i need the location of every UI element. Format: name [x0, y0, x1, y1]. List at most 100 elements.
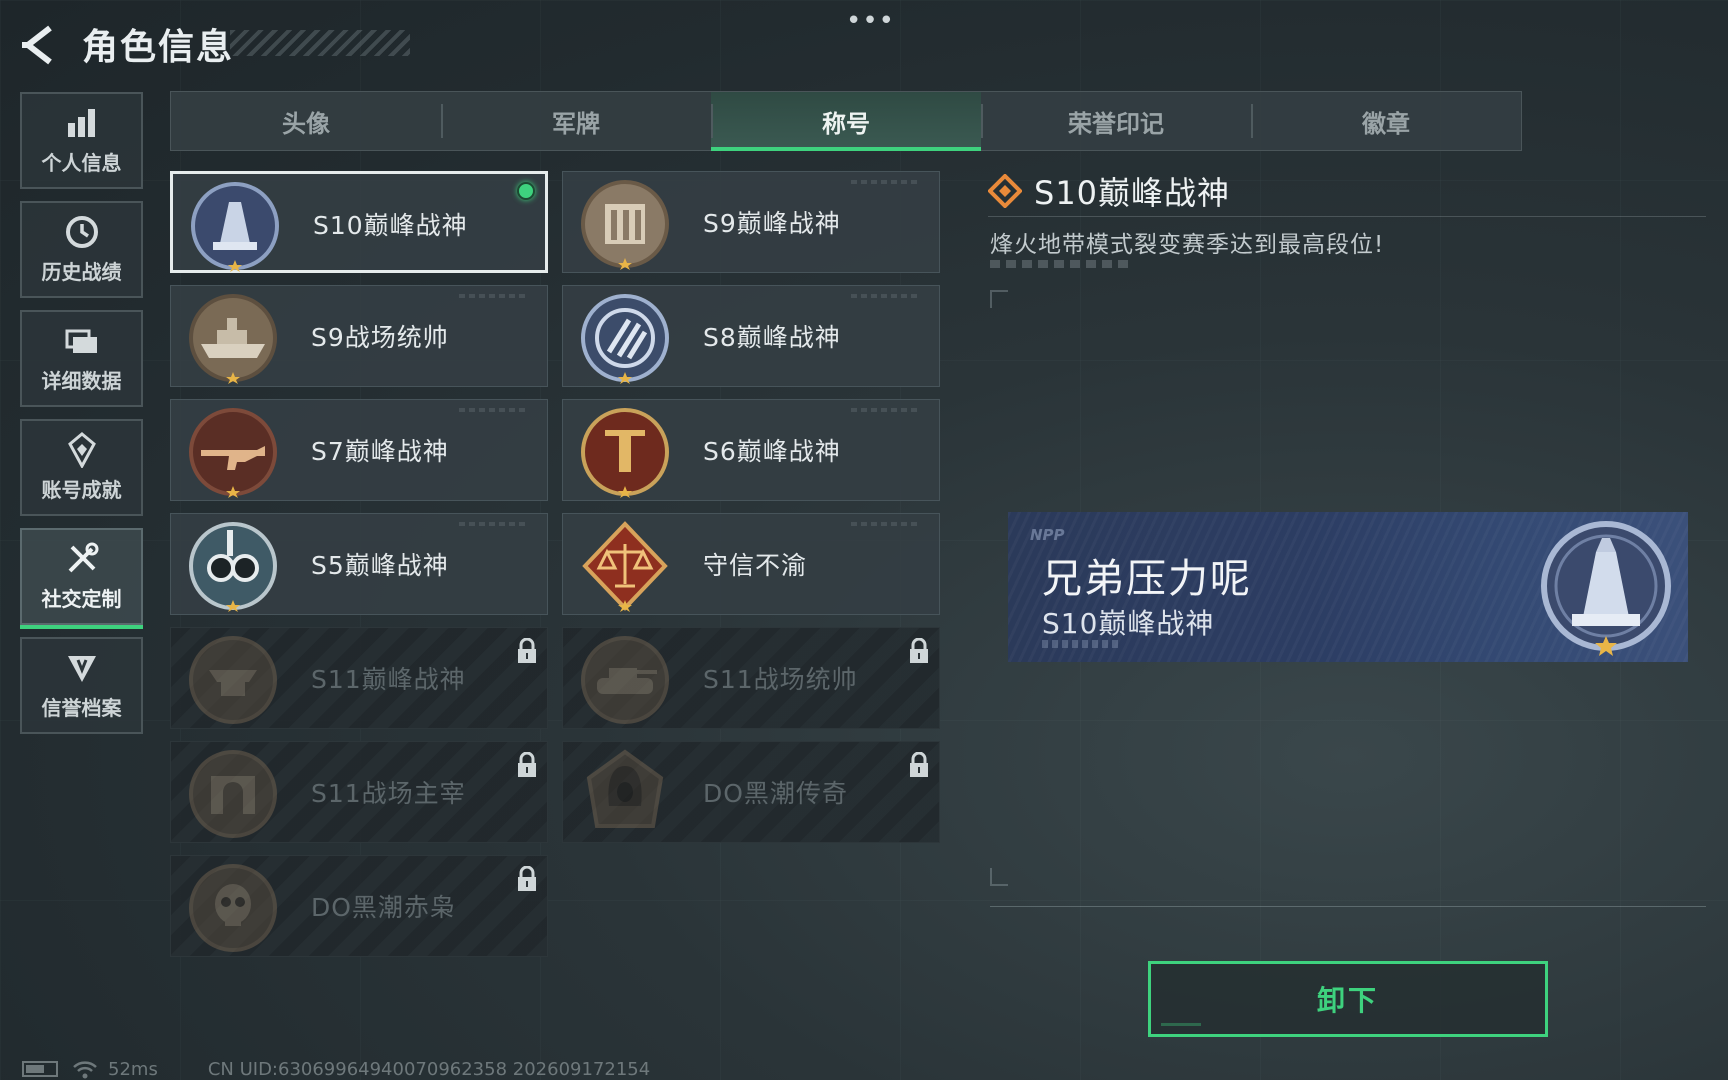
sidebar-item-history[interactable]: 历史战绩 — [20, 201, 143, 298]
title-card-name: S5巅峰战神 — [311, 551, 449, 580]
sidebar-item-label: 账号成就 — [41, 478, 122, 502]
preview-player-name: 兄弟压力呢 — [1042, 556, 1252, 602]
peak-god-s10-medal-icon — [191, 182, 279, 272]
title-card-locked[interactable]: DO黑潮传奇 — [562, 741, 940, 843]
preview-title: S10巅峰战神 — [1042, 607, 1215, 640]
title-card-locked[interactable]: S11战场统帅 — [562, 627, 940, 729]
preview-tag: NPP — [1030, 526, 1065, 544]
more-options-icon[interactable]: ••• — [846, 6, 895, 36]
title-card-locked[interactable]: DO黑潮赤枭 — [170, 855, 548, 957]
detail-divider — [988, 216, 1706, 217]
title-decoration — [230, 30, 410, 56]
sidebar-item-label: 社交定制 — [41, 587, 122, 611]
peak-god-s10-medal-icon — [1541, 521, 1671, 656]
arch-medal-icon — [189, 750, 277, 838]
title-card[interactable]: 守信不渝 — [562, 513, 940, 615]
sidebar-item-detailed-data[interactable]: 详细数据 — [20, 310, 143, 407]
card-decoration — [851, 408, 921, 412]
skull-medal-icon — [189, 864, 277, 952]
tools-icon — [68, 542, 98, 573]
back-arrow-icon[interactable] — [18, 22, 64, 68]
stripes-medal-icon — [581, 294, 669, 384]
title-card[interactable]: S10巅峰战神 — [170, 171, 548, 273]
tank-medal-icon — [581, 636, 669, 724]
folder-icon — [65, 329, 97, 353]
sidebar-item-personal-info[interactable]: 个人信息 — [20, 92, 143, 189]
title-card[interactable]: S5巅峰战神 — [170, 513, 548, 615]
title-card-name: S10巅峰战神 — [313, 211, 468, 240]
card-decoration — [851, 180, 921, 184]
lock-icon — [518, 866, 536, 891]
tab-bar: 头像 军牌 称号 荣誉印记 徽章 — [170, 91, 1522, 151]
title-card-name: S7巅峰战神 — [311, 437, 449, 466]
title-card[interactable]: S8巅峰战神 — [562, 285, 940, 387]
title-card-name: S9巅峰战神 — [703, 209, 841, 238]
title-card-name: S11战场统帅 — [703, 665, 858, 694]
scales-medal-icon — [582, 521, 668, 612]
frame-corner — [990, 868, 1008, 886]
title-card-name: S11战场主宰 — [311, 779, 466, 808]
sidebar-item-label: 个人信息 — [41, 151, 122, 175]
detail-bottom-divider — [990, 906, 1706, 907]
lock-icon — [518, 638, 536, 663]
battery-icon — [22, 1061, 58, 1077]
uid-text: CN UID:63069964940070962358 202609172154 — [207, 1058, 651, 1080]
detail-title: S10巅峰战神 — [1034, 174, 1231, 212]
title-card-name: DO黑潮赤枭 — [311, 893, 456, 922]
preview-decoration — [1042, 640, 1122, 648]
detail-sub-decoration — [990, 260, 1130, 268]
sidebar-item-label: 详细数据 — [41, 369, 122, 393]
tab-badge[interactable]: 徽章 — [1251, 92, 1521, 150]
title-card[interactable]: S9巅峰战神 — [562, 171, 940, 273]
bar-chart-icon — [67, 109, 95, 137]
title-card-name: S6巅峰战神 — [703, 437, 841, 466]
crest-medal-icon — [581, 408, 669, 498]
equipped-indicator — [517, 182, 535, 200]
rifle-medal-icon — [189, 408, 277, 498]
frame-corner — [990, 290, 1008, 308]
detail-header: S10巅峰战神 — [988, 168, 1230, 214]
anvil-medal-icon — [189, 636, 277, 724]
title-card-name: S11巅峰战神 — [311, 665, 466, 694]
sidebar: 个人信息 历史战绩 详细数据 账号成就 社交定制 信誉档案 — [20, 92, 143, 746]
title-preview-card: NPP 兄弟压力呢 S10巅峰战神 — [1008, 512, 1688, 662]
diver-mask-medal-icon — [189, 522, 277, 612]
sidebar-item-social-custom[interactable]: 社交定制 — [20, 528, 143, 629]
sidebar-item-reputation[interactable]: 信誉档案 — [20, 637, 143, 734]
title-card[interactable]: S9战场统帅 — [170, 285, 548, 387]
tab-dog-tag[interactable]: 军牌 — [441, 92, 711, 150]
lock-icon — [910, 638, 928, 663]
title-card-name: 守信不渝 — [703, 551, 808, 580]
achievement-icon — [67, 432, 96, 468]
unequip-button[interactable]: 卸下 — [1148, 961, 1548, 1037]
title-card-locked[interactable]: S11巅峰战神 — [170, 627, 548, 729]
status-footer: 52ms CN UID:63069964940070962358 2026091… — [22, 1058, 650, 1080]
ping-text: 52ms — [108, 1058, 158, 1080]
title-card-name: S9战场统帅 — [311, 323, 449, 352]
wifi-icon — [73, 1061, 97, 1079]
peak-god-s9-medal-icon — [581, 180, 669, 270]
lock-icon — [910, 752, 928, 777]
card-decoration — [459, 408, 529, 412]
card-decoration — [851, 294, 921, 298]
lock-icon — [518, 752, 536, 777]
sidebar-item-label: 信誉档案 — [41, 696, 122, 720]
card-decoration — [459, 294, 529, 298]
sidebar-item-achievements[interactable]: 账号成就 — [20, 419, 143, 516]
title-card[interactable]: S6巅峰战神 — [562, 399, 940, 501]
shield-icon — [67, 656, 96, 682]
card-decoration — [459, 522, 529, 526]
diamond-icon — [988, 174, 1022, 208]
card-decoration — [851, 522, 921, 526]
hooded-figure-medal-icon — [586, 749, 664, 828]
clock-icon — [65, 216, 98, 248]
tab-honor-mark[interactable]: 荣誉印记 — [981, 92, 1251, 150]
tab-title[interactable]: 称号 — [711, 92, 981, 151]
title-card-name: DO黑潮传奇 — [703, 779, 848, 808]
title-card[interactable]: S7巅峰战神 — [170, 399, 548, 501]
tab-avatar[interactable]: 头像 — [171, 92, 441, 150]
detail-description: 烽火地带模式裂变赛季达到最高段位! — [990, 232, 1385, 258]
title-card-locked[interactable]: S11战场主宰 — [170, 741, 548, 843]
title-card-name: S8巅峰战神 — [703, 323, 841, 352]
battleship-medal-icon — [189, 294, 277, 384]
